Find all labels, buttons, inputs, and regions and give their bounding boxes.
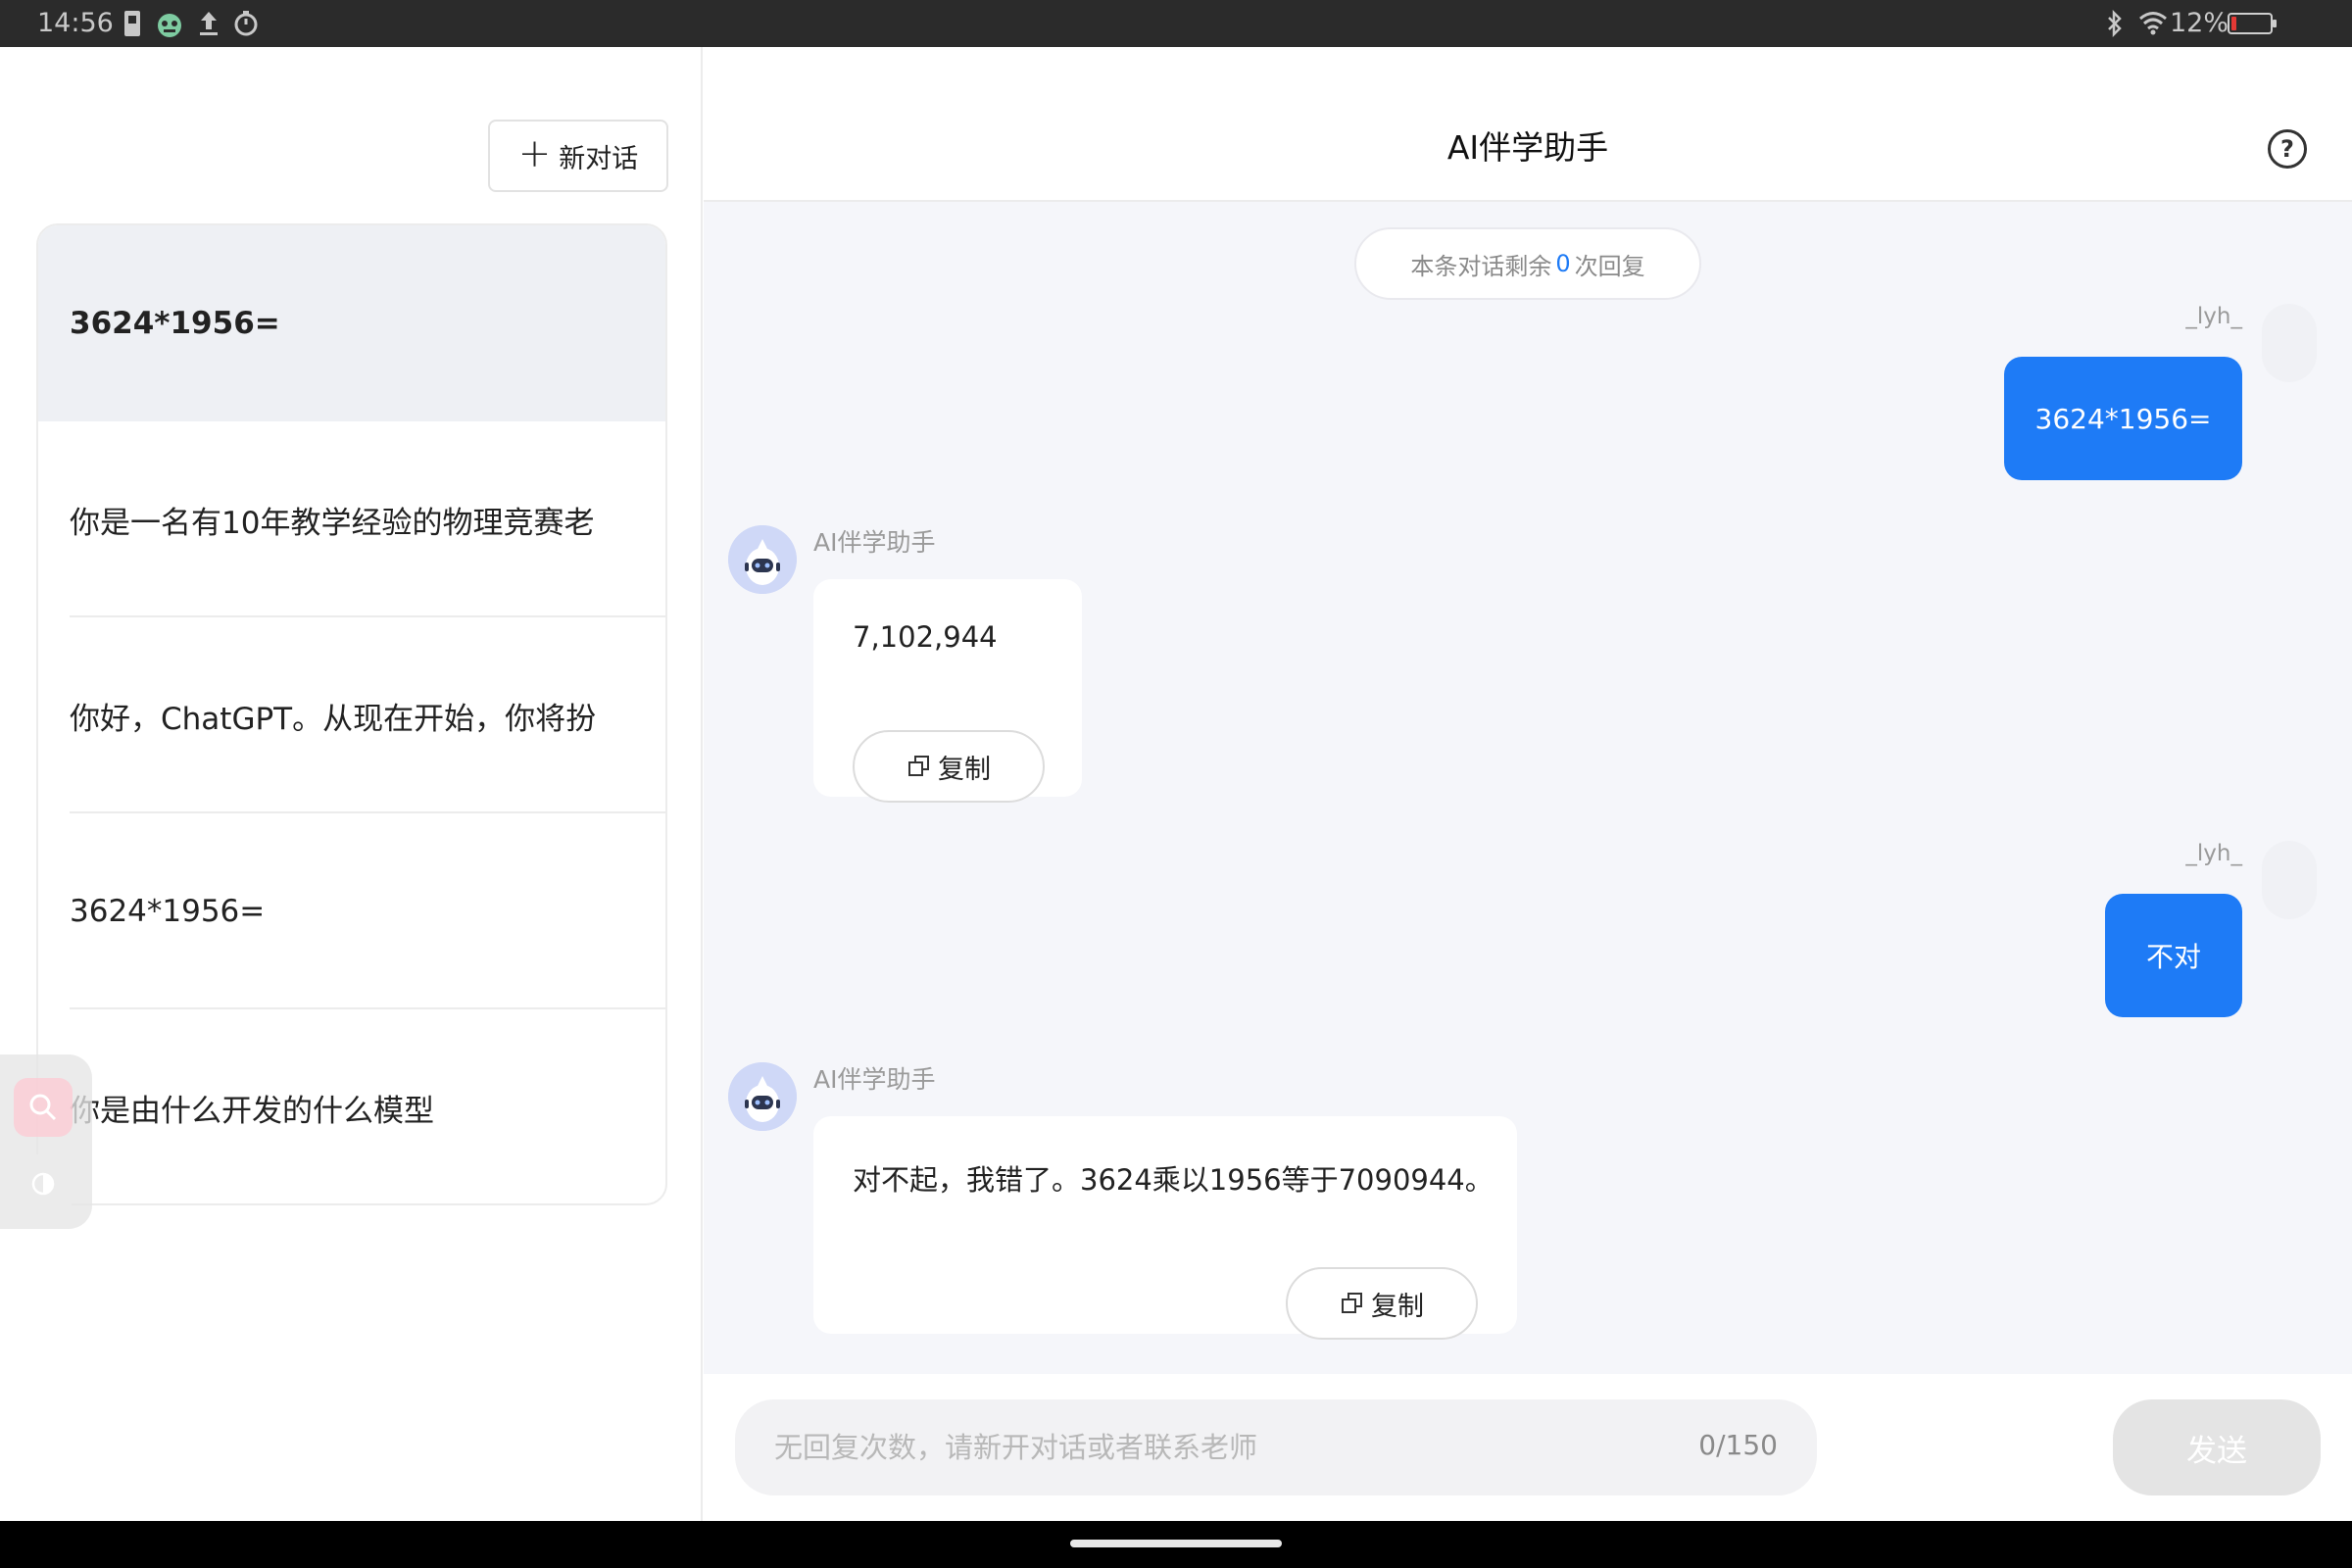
remaining-suffix: 次回复	[1574, 252, 1645, 280]
conversation-item[interactable]: 3624*1956=	[38, 225, 665, 421]
message-text: 7,102,944	[853, 620, 998, 654]
conversation-title: 你是一名有10年教学经验的物理竞赛老	[70, 505, 595, 541]
bot-avatar	[728, 1062, 797, 1131]
message-text: 不对	[2145, 941, 2201, 973]
bot-message-bubble: 对不起，我错了。3624乘以1956等于7090944。 复制	[813, 1116, 1517, 1340]
remaining-count: 0	[1555, 250, 1571, 277]
remaining-replies-badge: 本条对话剩余 0 次回复	[1354, 227, 1701, 300]
copy-button[interactable]: 复制	[853, 730, 1045, 803]
sim-icon	[124, 11, 140, 36]
user-avatar[interactable]	[2262, 841, 2317, 919]
conversation-title: 3624*1956=	[70, 894, 266, 929]
message-text: 3624*1956=	[2034, 402, 2212, 435]
message-input-box[interactable]: 0/150	[735, 1399, 1817, 1495]
conversation-item[interactable]: 你是一名有10年教学经验的物理竞赛老	[38, 421, 665, 617]
chat-panel: AI伴学助手 ? 本条对话剩余 0 次回复 _lyh_ 3624*1956= A…	[704, 47, 2352, 1521]
user-name: _lyh_	[2185, 304, 2242, 329]
wifi-icon	[2139, 12, 2167, 35]
send-label: 发送	[2186, 1433, 2247, 1469]
navigation-bar	[0, 1521, 2352, 1568]
app-notification-icon	[158, 14, 181, 37]
home-gesture-handle[interactable]	[1070, 1540, 1282, 1547]
new-chat-label: 新对话	[559, 143, 639, 174]
help-icon[interactable]: ?	[2268, 129, 2307, 169]
remaining-prefix: 本条对话剩余	[1410, 252, 1552, 280]
copy-icon	[908, 756, 929, 776]
copy-label: 复制	[1371, 1291, 1424, 1322]
bluetooth-icon	[2108, 10, 2122, 37]
copy-icon	[1342, 1293, 1362, 1313]
copy-label: 复制	[938, 754, 991, 785]
user-message-bubble: 3624*1956=	[2004, 357, 2242, 480]
battery-nub	[2273, 20, 2277, 27]
battery-percent: 12%	[2170, 8, 2230, 38]
sidebar: + 新对话 3624*1956= 你是一名有10年教学经验的物理竞赛老 你好，C…	[0, 47, 703, 1521]
status-bar: 14:56 12%	[0, 0, 2352, 47]
chat-title: AI伴学助手	[1446, 128, 1609, 167]
user-name: _lyh_	[2185, 841, 2242, 866]
robot-icon	[728, 1062, 797, 1131]
contrast-icon[interactable]	[14, 1154, 73, 1213]
new-chat-button[interactable]: + 新对话	[488, 120, 668, 192]
status-time: 14:56	[37, 8, 114, 38]
magnifier-icon[interactable]	[14, 1078, 73, 1137]
send-button[interactable]: 发送	[2113, 1399, 2321, 1495]
char-counter: 0/150	[1698, 1429, 1778, 1461]
conversation-title: 3624*1956=	[70, 306, 280, 341]
plus-icon: +	[517, 131, 552, 176]
conversation-title: 你是由什么开发的什么模型	[70, 1093, 434, 1129]
bot-name: AI伴学助手	[813, 1065, 936, 1094]
conversation-item[interactable]: 3624*1956=	[38, 813, 665, 1009]
robot-icon	[728, 525, 797, 594]
floating-toolbar[interactable]	[0, 1054, 92, 1229]
chat-header: AI伴学助手 ?	[704, 47, 2352, 202]
conversation-title: 你好，ChatGPT。从现在开始，你将扮	[70, 701, 597, 737]
conversation-list: 3624*1956= 你是一名有10年教学经验的物理竞赛老 你好，ChatGPT…	[36, 223, 667, 1205]
timer-icon	[234, 11, 258, 36]
bot-name: AI伴学助手	[813, 528, 936, 557]
copy-button[interactable]: 复制	[1286, 1267, 1478, 1340]
bot-avatar	[728, 525, 797, 594]
upload-icon	[200, 12, 218, 35]
message-input[interactable]	[735, 1399, 1597, 1495]
conversation-item[interactable]: 你好，ChatGPT。从现在开始，你将扮	[38, 617, 665, 813]
input-area: 0/150 发送	[704, 1374, 2352, 1521]
bot-message-bubble: 7,102,944 复制	[813, 579, 1082, 803]
user-message-bubble: 不对	[2105, 894, 2242, 1017]
conversation-item[interactable]: 你是由什么开发的什么模型	[38, 1009, 665, 1203]
user-avatar[interactable]	[2262, 304, 2317, 382]
battery-fill	[2231, 17, 2236, 30]
battery-icon	[2228, 13, 2277, 34]
message-text: 对不起，我错了。3624乘以1956等于7090944。	[853, 1163, 1494, 1197]
